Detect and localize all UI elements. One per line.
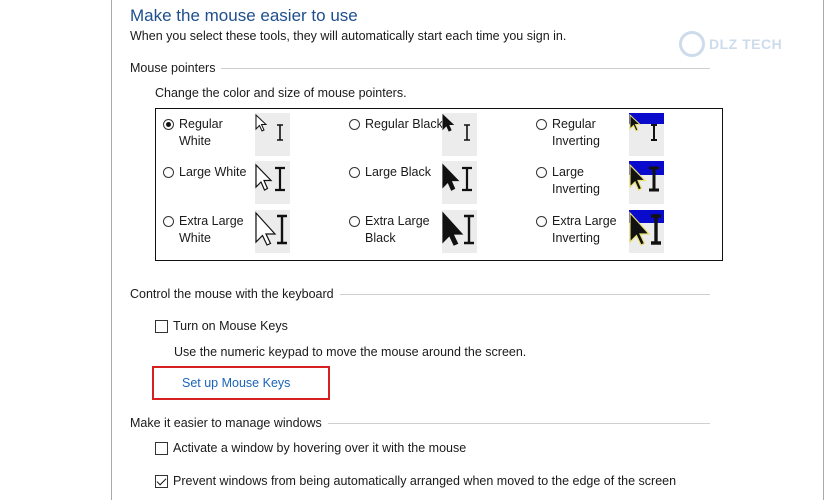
radio-button[interactable] xyxy=(163,167,174,178)
pointer-preview-extra-large-inverting-icon xyxy=(629,210,664,253)
pointer-preview-large-white-icon xyxy=(255,161,290,204)
section-title: Control the mouse with the keyboard xyxy=(130,287,334,301)
pointer-preview-extra-large-black-icon xyxy=(442,210,477,253)
setup-mouse-keys-link[interactable]: Set up Mouse Keys xyxy=(182,376,290,390)
logo-icon xyxy=(679,31,705,57)
pointer-preview-regular-inverting-icon xyxy=(629,113,664,156)
pointer-option-extra-large-white[interactable]: Extra Large White xyxy=(163,213,244,247)
radio-button[interactable] xyxy=(349,167,360,178)
pointer-option-extra-large-black[interactable]: Extra Large Black xyxy=(349,213,430,247)
pointers-description: Change the color and size of mouse point… xyxy=(155,86,407,100)
pointer-preview-extra-large-white-icon xyxy=(255,210,290,253)
radio-button[interactable] xyxy=(163,216,174,227)
radio-button[interactable] xyxy=(163,119,174,130)
prevent-snap-label: Prevent windows from being automatically… xyxy=(173,474,677,488)
pointer-preview-large-inverting-icon xyxy=(629,161,664,204)
watermark-logo: DLZ TECH xyxy=(679,27,799,61)
option-label-line1: Regular Black xyxy=(365,117,443,131)
pointer-preview-large-black-icon xyxy=(442,161,477,204)
option-label-line1: Regular xyxy=(552,117,596,131)
option-label-line2: White xyxy=(179,134,211,148)
hover-activate-checkbox[interactable] xyxy=(155,441,168,455)
page-subtitle: When you select these tools, they will a… xyxy=(130,29,567,43)
window-left-border xyxy=(111,0,112,500)
ease-of-access-mouse-page: Make the mouse easier to use When you se… xyxy=(0,0,840,500)
prevent-snap-option[interactable]: Prevent windows from being automatically… xyxy=(155,474,676,488)
pointer-option-regular-white[interactable]: Regular White xyxy=(163,116,223,150)
prevent-snap-checkbox[interactable] xyxy=(155,474,168,488)
mouse-keys-checkbox[interactable] xyxy=(155,319,168,333)
mouse-keys-option[interactable]: Turn on Mouse Keys xyxy=(155,319,288,333)
pointer-option-large-inverting[interactable]: Large Inverting xyxy=(536,164,600,198)
hover-activate-label: Activate a window by hovering over it wi… xyxy=(173,441,467,455)
window-right-border xyxy=(823,0,824,500)
section-header-mouse-pointers: Mouse pointers xyxy=(130,61,710,75)
option-label-line1: Extra Large xyxy=(365,214,430,228)
section-title: Mouse pointers xyxy=(130,61,216,75)
option-label-line2: Inverting xyxy=(552,231,600,245)
pointer-option-regular-inverting[interactable]: Regular Inverting xyxy=(536,116,600,150)
mouse-keys-label: Turn on Mouse Keys xyxy=(173,319,288,333)
option-label-line2: Inverting xyxy=(552,182,600,196)
option-label-line1: Extra Large xyxy=(179,214,244,228)
radio-button[interactable] xyxy=(349,216,360,227)
page-title: Make the mouse easier to use xyxy=(130,6,358,25)
section-header-windows: Make it easier to manage windows xyxy=(130,416,710,430)
option-label-line2: White xyxy=(179,231,211,245)
radio-button[interactable] xyxy=(536,216,547,227)
watermark-text: DLZ TECH xyxy=(709,36,783,52)
option-label-line2: Inverting xyxy=(552,134,600,148)
divider xyxy=(327,422,710,424)
mouse-keys-description: Use the numeric keypad to move the mouse… xyxy=(174,345,527,359)
hover-activate-option[interactable]: Activate a window by hovering over it wi… xyxy=(155,441,466,455)
pointer-preview-regular-black-icon xyxy=(442,113,477,156)
radio-button[interactable] xyxy=(536,119,547,130)
option-label-line1: Large xyxy=(552,165,584,179)
pointer-option-large-black[interactable]: Large Black xyxy=(349,164,431,181)
divider xyxy=(221,67,710,69)
divider xyxy=(339,293,710,295)
pointer-option-extra-large-inverting[interactable]: Extra Large Inverting xyxy=(536,213,617,247)
radio-button[interactable] xyxy=(536,167,547,178)
option-label-line1: Extra Large xyxy=(552,214,617,228)
option-label-line1: Large White xyxy=(179,165,247,179)
radio-button[interactable] xyxy=(349,119,360,130)
pointer-option-regular-black[interactable]: Regular Black xyxy=(349,116,443,133)
option-label-line1: Large Black xyxy=(365,165,432,179)
section-header-keyboard: Control the mouse with the keyboard xyxy=(130,287,710,301)
pointer-preview-regular-white-icon xyxy=(255,113,290,156)
section-title: Make it easier to manage windows xyxy=(130,416,322,430)
option-label-line1: Regular xyxy=(179,117,223,131)
pointer-option-large-white[interactable]: Large White xyxy=(163,164,246,181)
option-label-line2: Black xyxy=(365,231,396,245)
